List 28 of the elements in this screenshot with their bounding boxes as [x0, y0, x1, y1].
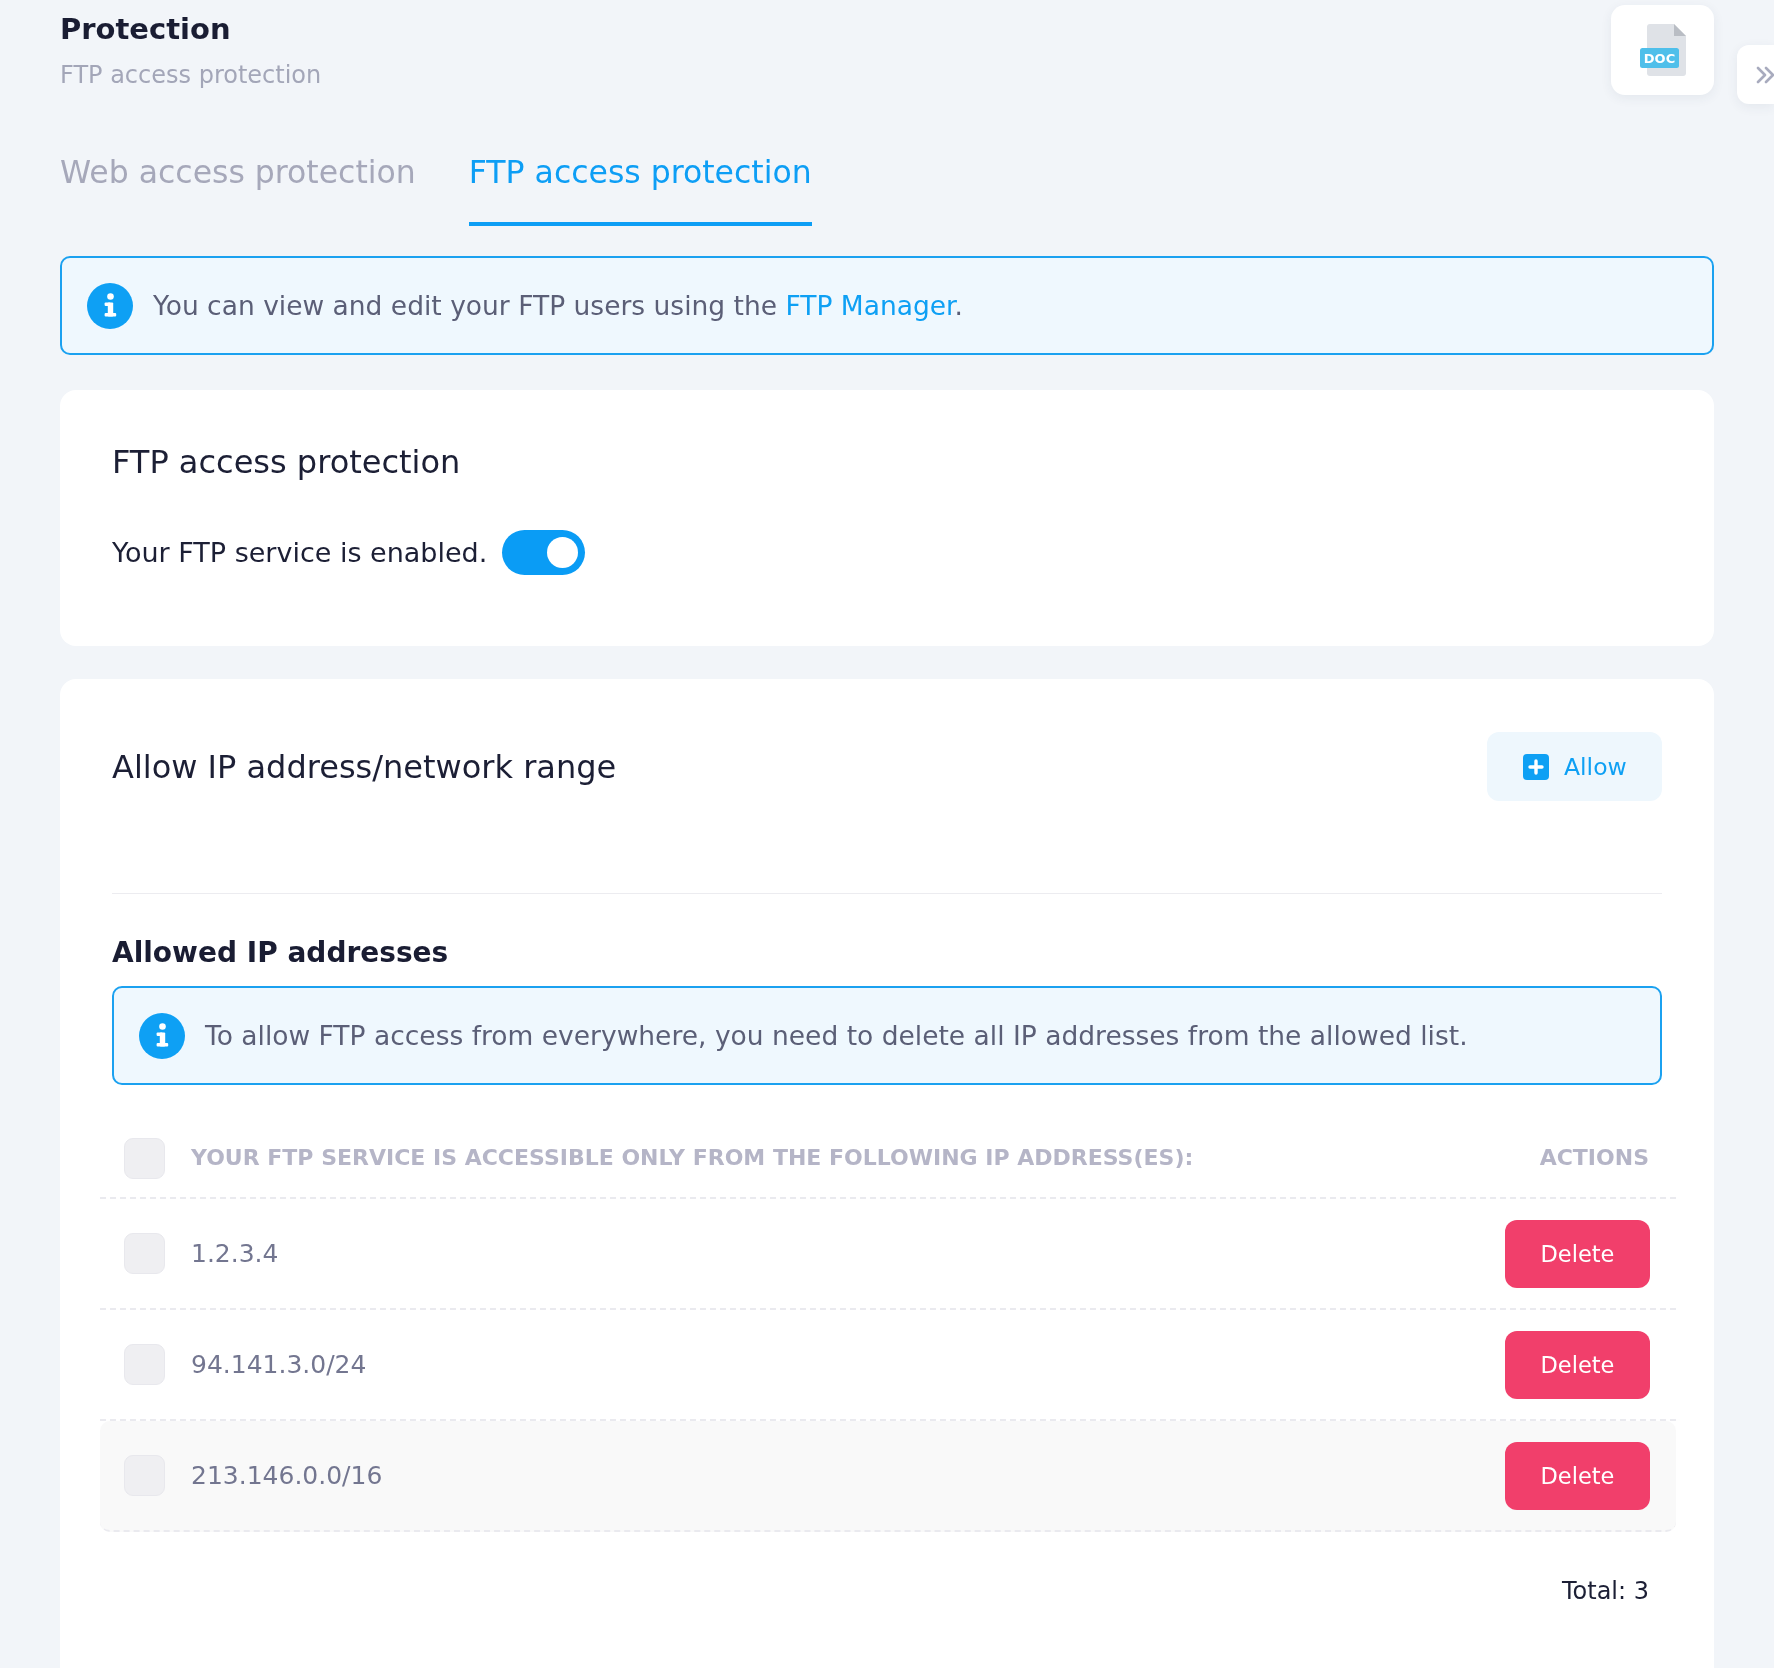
toggle-switch[interactable]: [502, 530, 586, 575]
delete-button[interactable]: Delete: [1505, 1330, 1650, 1399]
double-chevron-icon: [1756, 64, 1774, 85]
tab[interactable]: Web access protection: [60, 95, 416, 226]
tab[interactable]: FTP access protection: [468, 95, 812, 226]
page-title: Protection: [60, 11, 231, 48]
column-header: ACTIONS: [1539, 1144, 1649, 1172]
section-title: Allowed IP addresses: [112, 935, 449, 971]
status-text: Your FTP service is enabled.: [112, 535, 488, 570]
total-count: Total: 3: [1561, 1576, 1649, 1607]
ftp-manager-link[interactable]: FTP Manager: [785, 289, 955, 321]
info-message: You can view and edit your FTP users using the FTP Manager.: [153, 288, 963, 323]
ip-address: 213.146.0.0/16: [191, 1459, 383, 1492]
expand-panel-button[interactable]: [1737, 45, 1774, 104]
page-subtitle: FTP access protection: [60, 60, 322, 90]
document-button[interactable]: DOC: [1611, 5, 1714, 95]
column-header: YOUR FTP SERVICE IS ACCESSIBLE ONLY FROM THE FOLLOWING IP ADDRESS(ES):: [191, 1144, 1194, 1172]
ip-address: 1.2.3.4: [191, 1237, 279, 1270]
allow-button[interactable]: Allow: [1487, 732, 1662, 801]
info-icon: [87, 282, 133, 329]
plus-icon: [1523, 753, 1549, 780]
delete-button[interactable]: Delete: [1505, 1219, 1650, 1288]
delete-button[interactable]: Delete: [1505, 1441, 1650, 1510]
ip-address: 94.141.3.0/24: [191, 1348, 367, 1381]
card-title: Allow IP address/network range: [112, 746, 617, 788]
info-icon: [139, 1012, 185, 1059]
card-title: FTP access protection: [112, 442, 461, 483]
info-message: To allow FTP access from everywhere, you need to delete all IP addresses from the allowed list.: [205, 1018, 1468, 1053]
